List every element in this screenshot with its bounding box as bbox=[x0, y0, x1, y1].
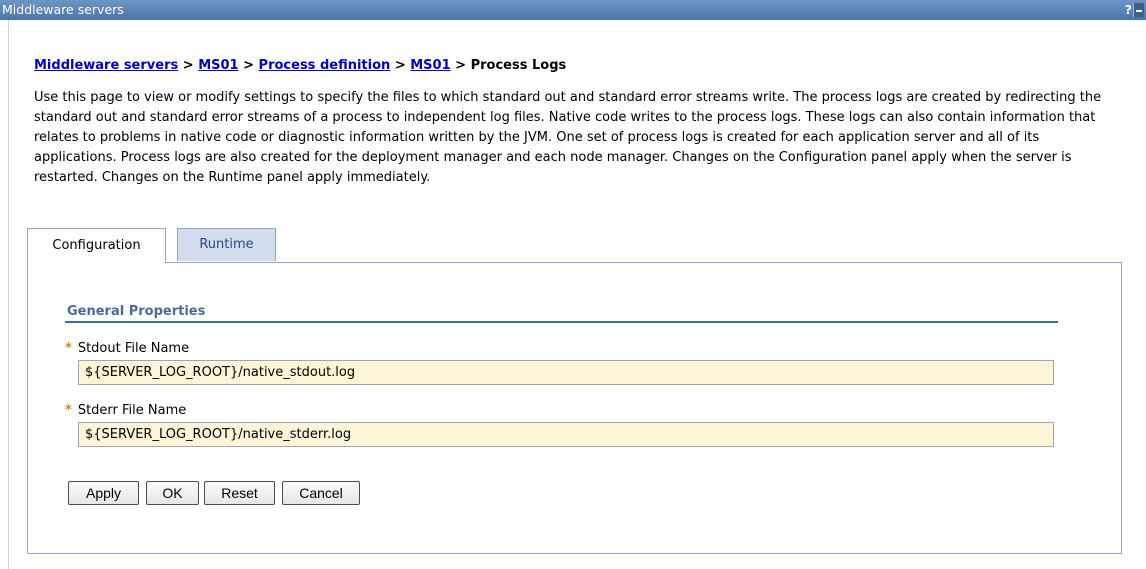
ok-button[interactable]: OK bbox=[146, 481, 199, 505]
required-marker-icon: * bbox=[65, 403, 72, 418]
breadcrumb-current: Process Logs bbox=[470, 58, 567, 73]
stdout-file-name-input[interactable] bbox=[78, 360, 1054, 385]
breadcrumb-separator: > bbox=[243, 58, 255, 73]
cancel-button[interactable]: Cancel bbox=[282, 481, 360, 505]
minimize-icon[interactable] bbox=[1133, 3, 1144, 17]
breadcrumb-separator: > bbox=[394, 58, 406, 73]
breadcrumb-separator: > bbox=[455, 58, 467, 73]
help-icon[interactable]: ? bbox=[1125, 0, 1132, 20]
stderr-label-text: Stderr File Name bbox=[77, 403, 187, 418]
section-divider bbox=[65, 321, 1058, 323]
breadcrumb-link-ms01[interactable]: MS01 bbox=[198, 58, 238, 73]
breadcrumb-link-middleware-servers[interactable]: Middleware servers bbox=[34, 58, 178, 73]
page-description: Use this page to view or modify settings… bbox=[34, 90, 1102, 185]
breadcrumb-separator: > bbox=[182, 58, 194, 73]
stderr-file-name-input[interactable] bbox=[78, 422, 1054, 447]
breadcrumb: Middleware servers > MS01 > Process defi… bbox=[34, 58, 566, 73]
breadcrumb-link-process-definition[interactable]: Process definition bbox=[259, 58, 391, 73]
stderr-label: * Stderr File Name bbox=[65, 403, 186, 418]
window-titlebar: Middleware servers ? bbox=[0, 0, 1146, 20]
reset-button[interactable]: Reset bbox=[204, 481, 275, 505]
breadcrumb-link-ms01-definition[interactable]: MS01 bbox=[410, 58, 450, 73]
tab-runtime[interactable]: Runtime bbox=[177, 228, 276, 261]
section-title-general-properties: General Properties bbox=[67, 304, 206, 319]
apply-button[interactable]: Apply bbox=[68, 481, 139, 505]
window-title: Middleware servers bbox=[2, 2, 124, 17]
stdout-label: * Stdout File Name bbox=[65, 341, 189, 356]
tab-configuration[interactable]: Configuration bbox=[27, 228, 166, 263]
stdout-label-text: Stdout File Name bbox=[77, 341, 190, 356]
left-divider bbox=[8, 20, 9, 569]
required-marker-icon: * bbox=[65, 341, 72, 356]
